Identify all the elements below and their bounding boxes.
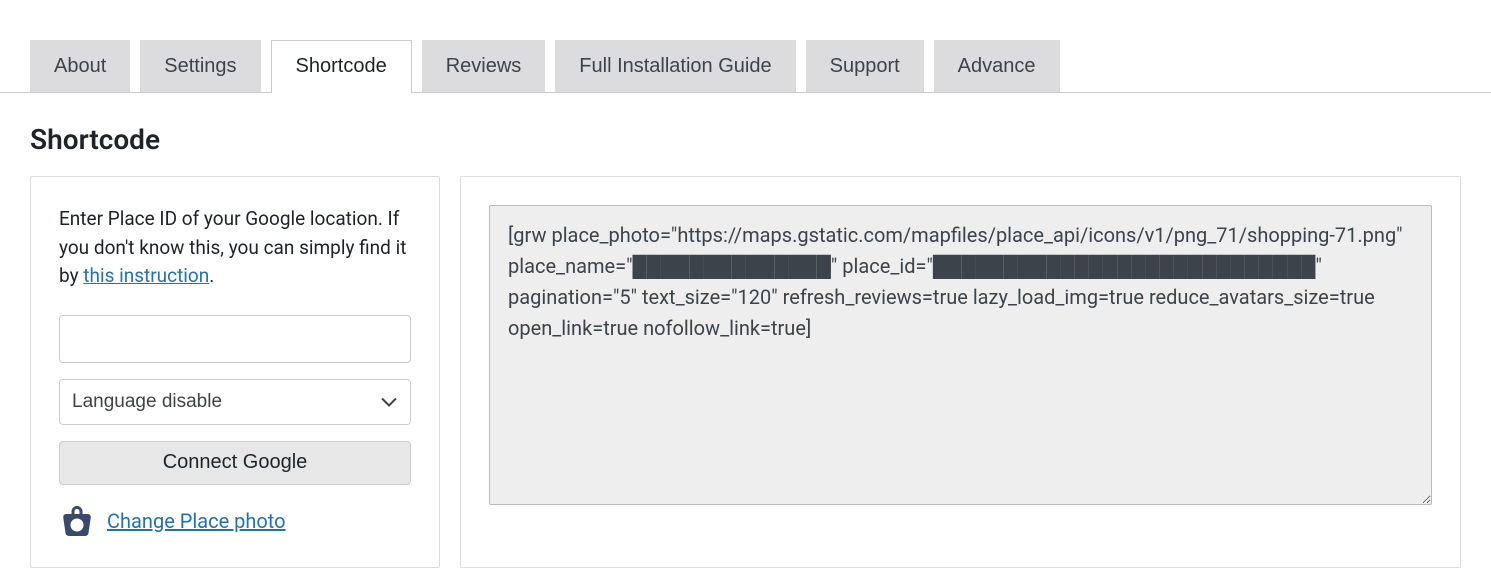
tab-guide[interactable]: Full Installation Guide xyxy=(555,40,795,92)
shopping-bag-icon xyxy=(59,503,95,539)
shortcode-output[interactable] xyxy=(489,205,1432,505)
connect-google-button[interactable]: Connect Google xyxy=(59,441,411,485)
instruction-link[interactable]: this instruction xyxy=(83,264,209,287)
language-select-wrapper: Language disable xyxy=(59,379,411,425)
tab-reviews[interactable]: Reviews xyxy=(422,40,546,92)
instruction-suffix: . xyxy=(209,264,214,287)
tab-shortcode[interactable]: Shortcode xyxy=(271,40,412,93)
content-area: Enter Place ID of your Google location. … xyxy=(0,176,1491,568)
tab-advance[interactable]: Advance xyxy=(934,40,1060,92)
tab-support[interactable]: Support xyxy=(806,40,924,92)
tab-settings[interactable]: Settings xyxy=(140,40,260,92)
change-place-photo-link[interactable]: Change Place photo xyxy=(107,509,286,533)
right-panel xyxy=(460,176,1461,568)
instruction-text: Enter Place ID of your Google location. … xyxy=(59,205,411,291)
tab-about[interactable]: About xyxy=(30,40,130,92)
change-photo-row: Change Place photo xyxy=(59,503,411,539)
tabs-container: About Settings Shortcode Reviews Full In… xyxy=(0,40,1491,93)
left-panel: Enter Place ID of your Google location. … xyxy=(30,176,440,568)
place-id-input[interactable] xyxy=(59,315,411,363)
language-select[interactable]: Language disable xyxy=(59,379,411,425)
page-title: Shortcode xyxy=(0,93,1491,176)
